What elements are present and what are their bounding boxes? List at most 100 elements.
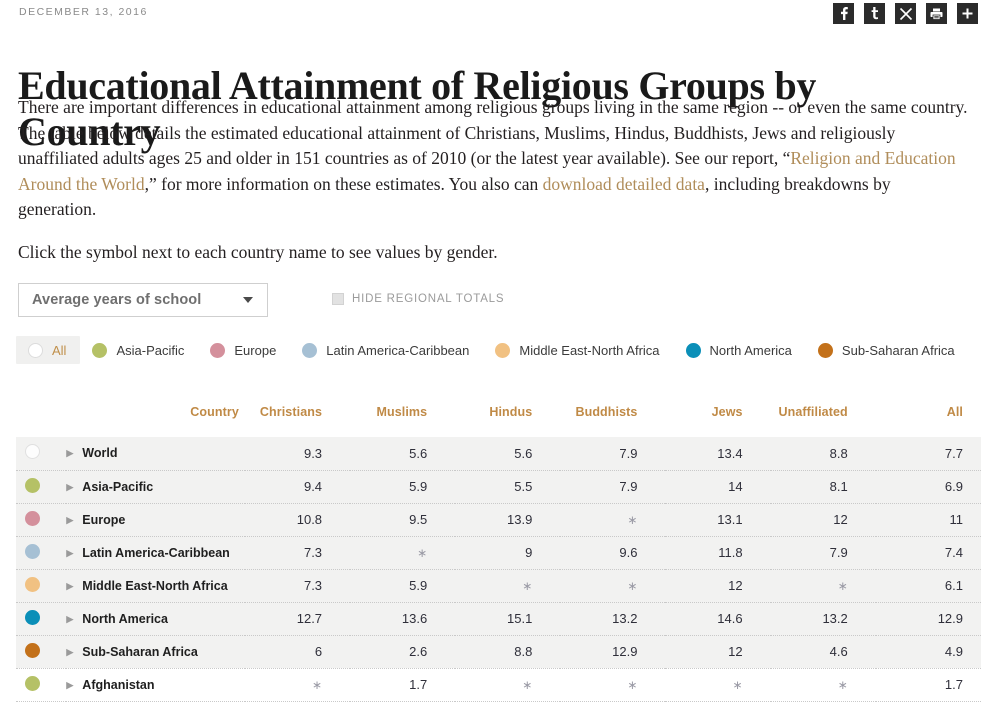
row-country-label: Sub-Saharan Africa — [82, 644, 198, 659]
metric-select-value: Average years of school — [32, 292, 202, 308]
download-data-link[interactable]: download detailed data — [543, 174, 705, 194]
checkbox-icon[interactable] — [332, 293, 344, 305]
column-hindus[interactable]: Hindus — [455, 405, 560, 437]
row-country-cell[interactable]: ▶ Sub-Saharan Africa — [66, 635, 245, 669]
row-value-cell: 6 — [244, 635, 351, 669]
row-value-cell: 7.3 — [244, 569, 351, 603]
row-country-cell[interactable]: ▶ Asia-Pacific — [66, 470, 245, 504]
row-value-cell: 13.1 — [665, 503, 771, 537]
legend-item-latin-america-caribbean[interactable]: Latin America-Caribbean — [290, 336, 483, 364]
expand-triangle-icon[interactable]: ▶ — [66, 614, 73, 625]
table-row[interactable]: ▶ Middle East-North Africa 7.3 5.9 ∗ ∗ 12 ∗ 6.1 — [16, 569, 981, 603]
print-icon[interactable] — [926, 3, 947, 24]
row-value-cell: 5.5 — [455, 470, 561, 504]
page-root: DECEMBER 13, 2016 Educational Attainment… — [0, 0, 997, 709]
intro-text-part-2: ,” for more information on these estimat… — [144, 173, 543, 194]
row-value-cell: 12 — [770, 503, 876, 537]
column-christians[interactable]: Christians — [245, 405, 350, 437]
row-value-cell: 15.1 — [455, 602, 561, 636]
column-buddhists[interactable]: Buddhists — [560, 405, 665, 437]
region-color-dot-icon[interactable] — [25, 675, 40, 691]
row-value-cell: 5.9 — [350, 569, 456, 603]
legend-item-all[interactable]: All — [16, 336, 81, 364]
row-value-cell: 8.1 — [770, 470, 876, 504]
table-row[interactable]: ▶ Sub-Saharan Africa 6 2.6 8.8 12.9 12 4.6 4.9 — [16, 635, 981, 669]
table-row[interactable]: ▶ Asia-Pacific 9.4 5.9 5.5 7.9 14 8.1 6.9 — [16, 470, 981, 504]
table-row[interactable]: ▶ Europe 10.8 9.5 13.9 ∗ 13.1 12 11 — [16, 503, 981, 537]
legend-item-europe[interactable]: Europe — [198, 336, 290, 364]
expand-triangle-icon[interactable]: ▶ — [66, 548, 73, 559]
row-symbol-cell[interactable] — [16, 470, 67, 504]
region-color-dot-icon — [685, 342, 701, 358]
expand-triangle-icon[interactable]: ▶ — [66, 680, 73, 691]
row-value-cell: ∗ — [455, 569, 561, 603]
row-symbol-cell[interactable] — [16, 536, 67, 570]
row-value-cell: 7.9 — [560, 470, 666, 504]
expand-triangle-icon[interactable]: ▶ — [66, 482, 73, 493]
row-country-cell[interactable]: ▶ Europe — [66, 503, 245, 537]
region-color-dot-icon[interactable] — [25, 444, 40, 460]
row-country-cell[interactable]: ▶ Afghanistan — [66, 668, 245, 702]
row-symbol-cell[interactable] — [16, 602, 67, 636]
chevron-down-icon — [243, 297, 253, 303]
column-country[interactable]: Country — [66, 405, 245, 437]
row-value-cell: 7.9 — [770, 536, 876, 570]
table-row[interactable]: ▶ Afghanistan ∗ 1.7 ∗ ∗ ∗ ∗ 1.7 — [16, 668, 981, 702]
email-icon[interactable] — [895, 3, 916, 24]
row-country-cell[interactable]: ▶ North America — [66, 602, 245, 636]
region-color-dot-icon[interactable] — [25, 477, 40, 493]
column-unaffiliated[interactable]: Unaffiliated — [771, 405, 876, 437]
row-value-cell: 2.6 — [350, 635, 456, 669]
region-color-dot-icon[interactable] — [25, 576, 40, 592]
twitter-icon[interactable] — [864, 3, 885, 24]
region-color-dot-icon[interactable] — [25, 543, 40, 559]
attainment-table: Country Christians Muslims Hindus Buddhi… — [16, 405, 981, 702]
legend-item-label: All — [52, 342, 67, 358]
share-more-icon[interactable] — [957, 3, 978, 24]
expand-triangle-icon[interactable]: ▶ — [66, 581, 73, 592]
row-value-cell: 5.6 — [455, 437, 561, 471]
metric-select[interactable]: Average years of school — [18, 283, 268, 317]
row-country-cell[interactable]: ▶ Middle East-North Africa — [66, 569, 245, 603]
row-value-cell: 11.8 — [665, 536, 771, 570]
column-jews[interactable]: Jews — [665, 405, 770, 437]
row-value-cell: 6.1 — [875, 569, 981, 603]
hide-regional-totals-toggle[interactable]: HIDE REGIONAL TOTALS — [332, 293, 504, 305]
legend-item-sub-saharan-africa[interactable]: Sub-Saharan Africa — [806, 336, 969, 364]
column-muslims[interactable]: Muslims — [350, 405, 455, 437]
legend-item-asia-pacific[interactable]: Asia-Pacific — [80, 336, 198, 364]
legend-item-middle-east-north-africa[interactable]: Middle East-North Africa — [483, 336, 673, 364]
row-country-cell[interactable]: ▶ Latin America-Caribbean — [66, 536, 245, 570]
row-symbol-cell[interactable] — [16, 437, 67, 471]
expand-triangle-icon[interactable]: ▶ — [66, 448, 73, 459]
intro-paragraph: There are important differences in educa… — [18, 95, 968, 223]
table-row[interactable]: ▶ Latin America-Caribbean 7.3 ∗ 9 9.6 11.8 7.9 7… — [16, 536, 981, 570]
row-country-cell[interactable]: ▶ World — [66, 437, 245, 471]
table-row[interactable]: ▶ North America 12.7 13.6 15.1 13.2 14.6 13.2 12… — [16, 602, 981, 636]
expand-triangle-icon[interactable]: ▶ — [66, 647, 73, 658]
row-value-cell: 6.9 — [875, 470, 981, 504]
row-value-cell: 9.3 — [244, 437, 351, 471]
row-symbol-cell[interactable] — [16, 668, 67, 702]
legend-item-north-america[interactable]: North America — [674, 336, 806, 364]
row-value-cell: 7.4 — [875, 536, 981, 570]
row-symbol-cell[interactable] — [16, 635, 67, 669]
row-country-label: North America — [82, 611, 168, 626]
column-all[interactable]: All — [876, 405, 981, 437]
row-value-cell: 7.9 — [560, 437, 666, 471]
table-row[interactable]: ▶ World 9.3 5.6 5.6 7.9 13.4 8.8 7.7 — [16, 437, 981, 471]
region-color-dot-icon[interactable] — [25, 510, 40, 526]
row-value-cell: 9.6 — [560, 536, 666, 570]
expand-triangle-icon[interactable]: ▶ — [66, 515, 73, 526]
row-value-cell: ∗ — [560, 503, 666, 537]
row-value-cell: 8.8 — [770, 437, 876, 471]
region-color-dot-icon[interactable] — [25, 642, 40, 658]
region-color-dot-icon — [28, 342, 43, 358]
region-color-dot-icon[interactable] — [25, 609, 40, 625]
row-country-label: Afghanistan — [82, 677, 155, 692]
row-symbol-cell[interactable] — [16, 569, 67, 603]
region-color-dot-icon — [302, 342, 318, 358]
row-value-cell: 14.6 — [665, 602, 771, 636]
facebook-icon[interactable] — [833, 3, 854, 24]
row-symbol-cell[interactable] — [16, 503, 67, 537]
